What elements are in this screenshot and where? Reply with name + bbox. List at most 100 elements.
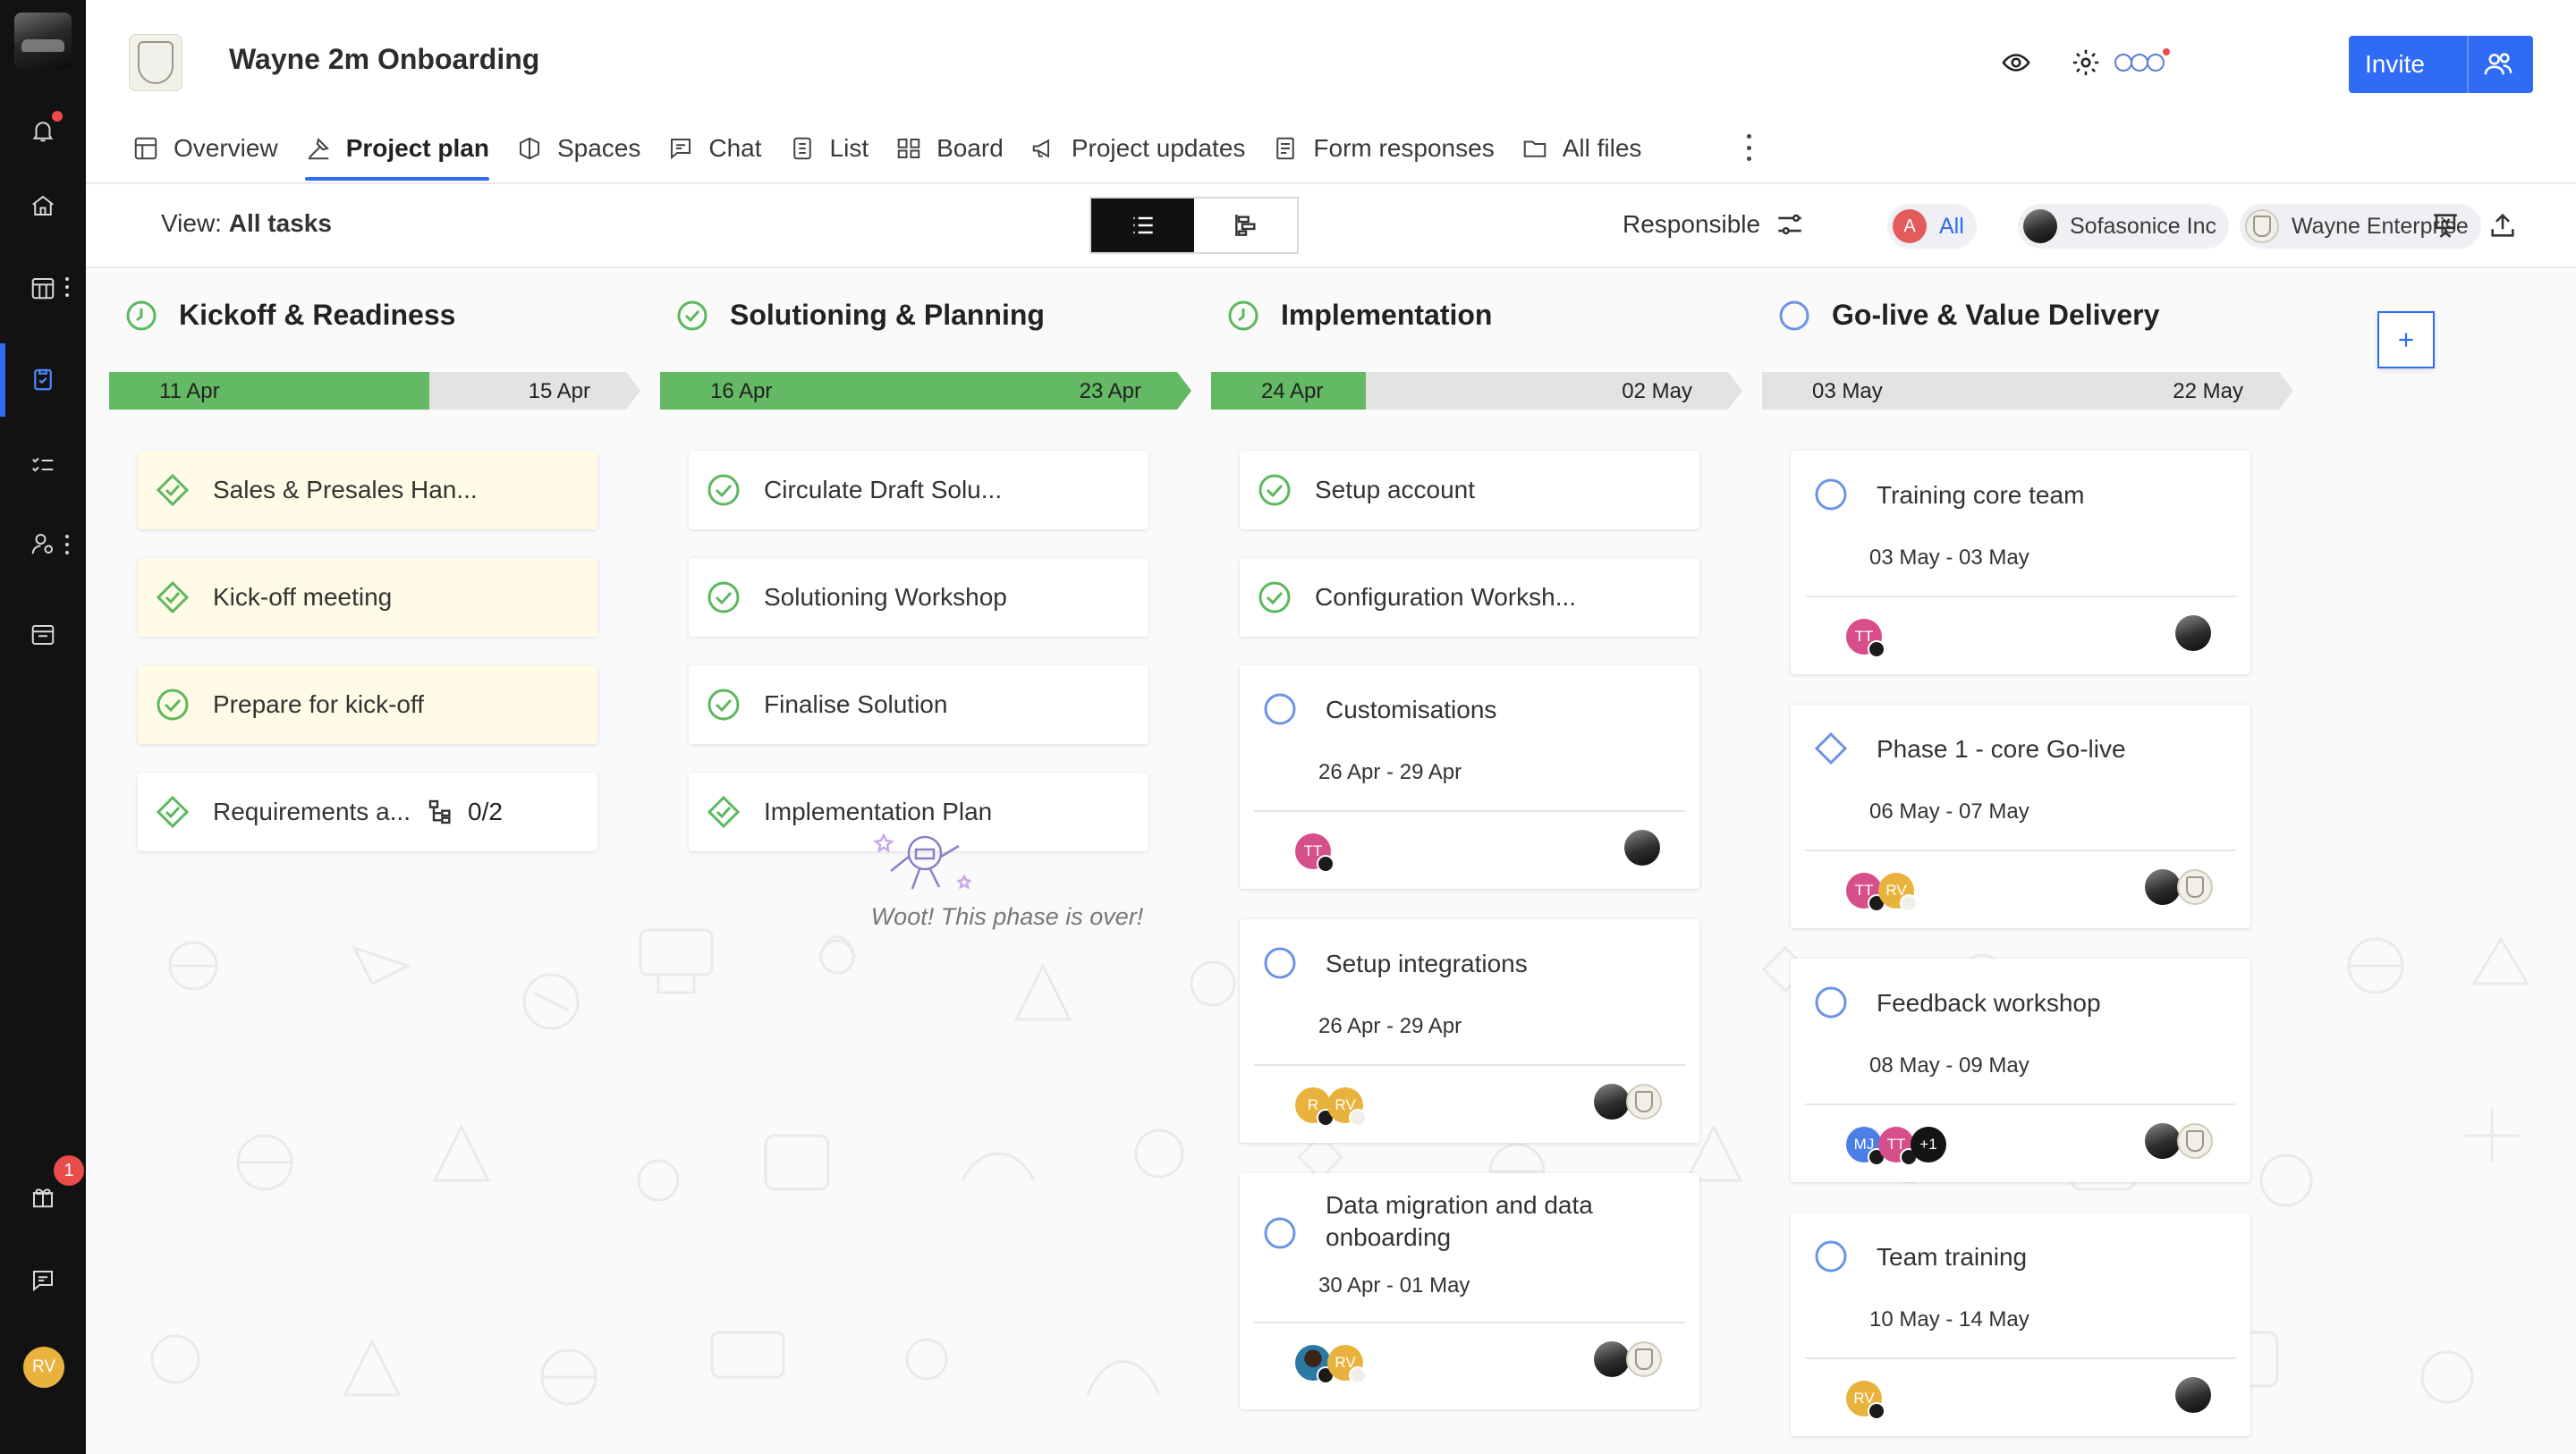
phase-header-implementation[interactable]: Implementation — [1227, 299, 1492, 332]
task-card[interactable]: Setup integrations 26 Apr - 29 Apr R RV — [1240, 919, 1699, 1143]
collaborators-icon[interactable] — [2111, 45, 2172, 80]
org-mini-icon — [1317, 855, 1335, 873]
org-avatar — [1626, 1341, 1662, 1377]
plus-icon — [2399, 333, 2413, 347]
phase-header-solutioning[interactable]: Solutioning & Planning — [676, 299, 1045, 332]
tabs-more-icon[interactable] — [1744, 134, 1753, 161]
done-check-icon — [708, 689, 740, 721]
task-title: Setup account — [1315, 476, 1476, 503]
milestone-open-icon — [1814, 731, 1848, 765]
calendar-grid-icon — [31, 278, 55, 300]
assignees[interactable]: RV — [1295, 1345, 1367, 1384]
phase-header-golive[interactable]: Go-live & Value Delivery — [1778, 299, 2159, 332]
tab-spaces[interactable]: Spaces — [516, 125, 640, 172]
phase-board: Kickoff & Readiness Solutioning & Planni… — [86, 268, 2576, 1454]
gift-icon — [32, 1188, 54, 1208]
task-card[interactable]: Team training 10 May - 14 May RV — [1791, 1213, 2250, 1436]
owner-org — [2175, 1377, 2211, 1413]
add-people-icon — [2484, 53, 2512, 75]
phase-header-kickoff[interactable]: Kickoff & Readiness — [125, 299, 455, 332]
org-avatar — [2177, 1123, 2213, 1159]
tab-project-plan[interactable]: Project plan — [304, 125, 490, 181]
overview-icon — [134, 137, 157, 160]
task-row[interactable]: Setup account — [1240, 451, 1699, 529]
view-selector[interactable]: View: All tasks — [161, 209, 332, 238]
owner-org — [2175, 615, 2211, 651]
responsible-filter[interactable]: Responsible — [1623, 209, 1805, 240]
wayne-crest-icon — [138, 41, 174, 84]
gantt-view-button[interactable] — [1194, 199, 1297, 252]
assignee-avatar: TT — [1295, 833, 1335, 873]
milestone-done-icon — [156, 473, 190, 507]
tasks-button[interactable] — [21, 444, 64, 486]
more-assignees-badge[interactable]: +1 — [1911, 1127, 1946, 1162]
projects-button[interactable] — [21, 266, 64, 309]
task-card[interactable]: Phase 1 - core Go-live 06 May - 07 May T… — [1791, 705, 2250, 928]
invite-button[interactable]: Invite — [2349, 36, 2533, 93]
people-button[interactable] — [21, 522, 64, 565]
people-more-icon[interactable] — [64, 535, 70, 554]
filter-chip-label: All — [1939, 213, 1964, 239]
task-card[interactable]: Feedback workshop 08 May - 09 May MJ TT … — [1791, 959, 2250, 1182]
tab-board[interactable]: Board — [895, 125, 1004, 172]
assignees[interactable]: TT — [1846, 619, 1885, 658]
org-avatar — [2145, 1123, 2181, 1159]
phase-timeline-golive: 03 May 22 May — [1762, 372, 2293, 410]
assignees[interactable]: MJ TT +1 — [1846, 1127, 1946, 1166]
task-row[interactable]: Solutioning Workshop — [689, 558, 1148, 637]
feedback-button[interactable] — [21, 1259, 64, 1302]
task-row[interactable]: Requirements a... 0/2 — [138, 773, 597, 851]
assignees[interactable]: R RV — [1295, 1087, 1367, 1127]
sliders-icon — [1778, 214, 1801, 235]
filter-chip-all[interactable]: A All — [1887, 204, 1977, 249]
filter-chip-sofasonice[interactable]: Sofasonice Inc — [2018, 204, 2229, 249]
card-dates: 26 Apr - 29 Apr — [1318, 760, 1462, 784]
workspace-logo[interactable] — [14, 13, 72, 70]
tab-all-files[interactable]: All files — [1521, 125, 1641, 172]
assignee-avatar: TT — [1878, 1127, 1918, 1166]
current-project-button[interactable] — [21, 358, 64, 401]
assignees[interactable]: RV — [1846, 1381, 1885, 1420]
assignees[interactable]: TT — [1295, 833, 1335, 873]
task-row[interactable]: Circulate Draft Solu... — [689, 451, 1148, 529]
org-mini-icon — [1349, 1109, 1367, 1127]
subtask-count[interactable]: 0/2 — [427, 798, 503, 826]
phase-timeline-solutioning: 16 Apr 23 Apr — [660, 372, 1191, 410]
task-row[interactable]: Finalise Solution — [689, 665, 1148, 744]
projects-more-icon[interactable] — [64, 277, 70, 297]
milestone-done-icon — [707, 795, 741, 829]
home-button[interactable] — [21, 184, 64, 227]
tab-chat[interactable]: Chat — [667, 125, 762, 172]
task-title: Kick-off meeting — [213, 583, 393, 611]
tab-overview[interactable]: Overview — [132, 125, 278, 172]
card-dates: 30 Apr - 01 May — [1318, 1273, 1470, 1298]
task-row[interactable]: Prepare for kick-off — [138, 665, 597, 744]
assignees[interactable]: TT RV — [1846, 873, 1918, 912]
export-button[interactable] — [2485, 207, 2521, 243]
timeline-start: 11 Apr — [159, 379, 220, 403]
list-view-button[interactable] — [1091, 199, 1194, 252]
task-row[interactable]: Configuration Worksh... — [1240, 558, 1699, 637]
phase-title: Kickoff & Readiness — [179, 299, 456, 331]
user-avatar[interactable]: RV — [23, 1347, 64, 1388]
task-card[interactable]: Training core team 03 May - 03 May TT — [1791, 451, 2250, 674]
watch-button[interactable] — [1996, 43, 2036, 82]
done-check-icon — [157, 689, 189, 721]
tab-list[interactable]: List — [789, 125, 869, 172]
add-phase-button[interactable] — [2377, 311, 2435, 368]
board-icon — [897, 139, 920, 158]
project-header: Wayne 2m Onboarding Invite Overview Proj… — [86, 0, 2576, 184]
task-card[interactable]: Customisations 26 Apr - 29 Apr TT — [1240, 665, 1699, 889]
task-card[interactable]: Data migration and data onboarding 30 Ap… — [1240, 1173, 1699, 1409]
tab-label: Overview — [174, 134, 278, 162]
settings-button[interactable] — [2066, 43, 2106, 82]
open-status-icon — [1815, 986, 1847, 1019]
tab-form-responses[interactable]: Form responses — [1272, 125, 1495, 172]
open-status-icon — [1264, 693, 1296, 725]
presentation-button[interactable] — [2428, 207, 2463, 243]
task-row[interactable]: Kick-off meeting — [138, 558, 597, 637]
tab-project-updates[interactable]: Project updates — [1030, 125, 1245, 172]
filter-chip-label: Sofasonice Inc — [2070, 213, 2216, 239]
task-row[interactable]: Sales & Presales Han... — [138, 451, 597, 529]
templates-button[interactable] — [21, 613, 64, 656]
